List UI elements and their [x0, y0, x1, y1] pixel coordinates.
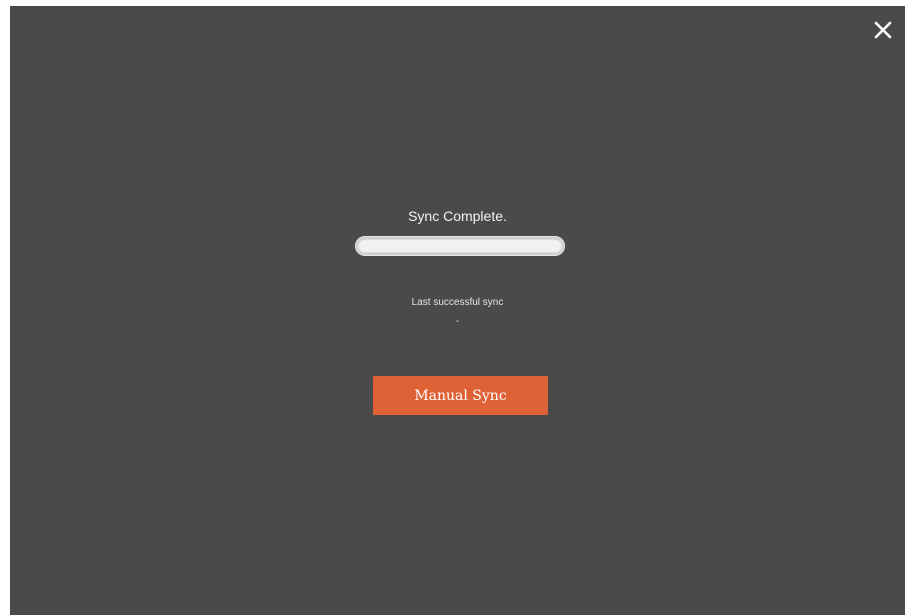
close-button[interactable] [869, 16, 897, 44]
sync-progress-bar [355, 236, 565, 256]
last-sync-value: - [455, 316, 460, 327]
sync-modal: Sync Complete. Last successful sync - Ma… [10, 6, 905, 615]
last-sync-label: Last successful sync [411, 297, 504, 308]
manual-sync-button[interactable]: Manual Sync [373, 376, 548, 415]
close-icon [874, 21, 892, 39]
sync-progress-fill [358, 239, 562, 253]
sync-status-title: Sync Complete. [408, 208, 507, 224]
